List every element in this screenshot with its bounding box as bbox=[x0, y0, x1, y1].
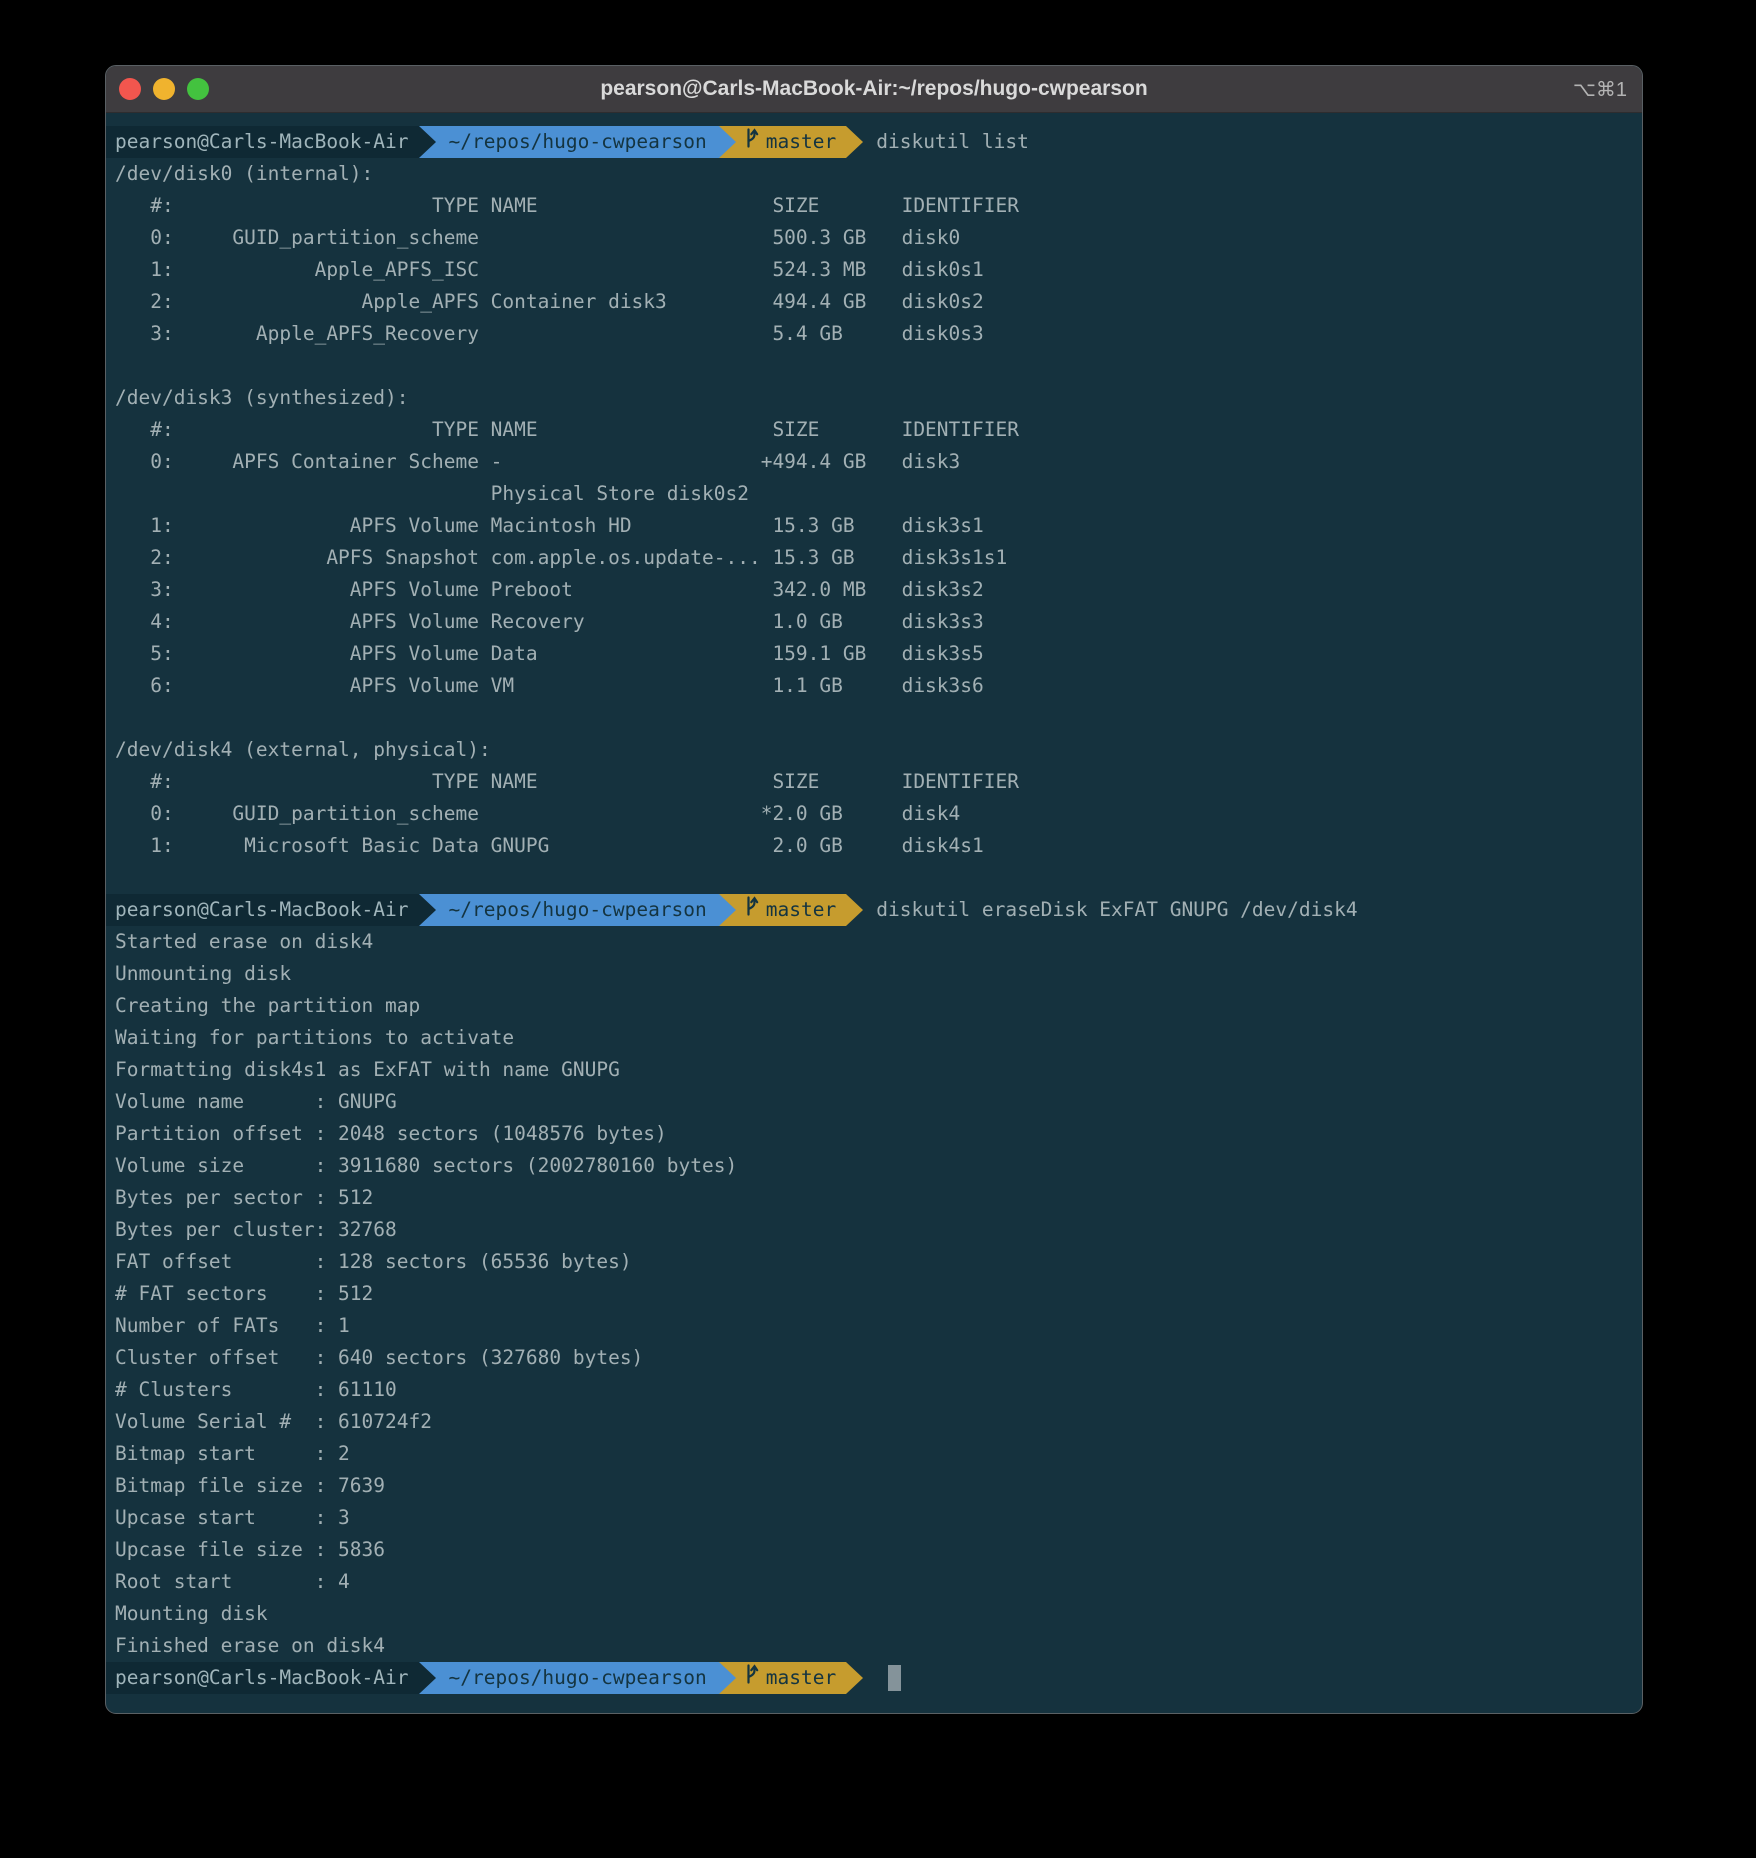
terminal-line: Waiting for partitions to activate bbox=[106, 1022, 1642, 1054]
terminal-line: 3: APFS Volume Preboot 342.0 MB disk3s2 bbox=[106, 574, 1642, 606]
powerline-separator-icon bbox=[719, 126, 736, 158]
terminal-line: Unmounting disk bbox=[106, 958, 1642, 990]
terminal-line: 2: APFS Snapshot com.apple.os.update-...… bbox=[106, 542, 1642, 574]
terminal-line: Mounting disk bbox=[106, 1598, 1642, 1630]
terminal-line: 3: Apple_APFS_Recovery 5.4 GB disk0s3 bbox=[106, 318, 1642, 350]
prompt-branch-segment: master bbox=[736, 126, 846, 158]
window-shortcut-badge: ⌥⌘1 bbox=[1573, 66, 1627, 112]
powerline-separator-icon bbox=[719, 894, 736, 926]
terminal-line: Volume Serial # : 610724f2 bbox=[106, 1406, 1642, 1438]
terminal-window: pearson@Carls-MacBook-Air:~/repos/hugo-c… bbox=[105, 65, 1643, 1714]
prompt-directory: ~/repos/hugo-cwpearson bbox=[436, 126, 719, 158]
terminal-line: 5: APFS Volume Data 159.1 GB disk3s5 bbox=[106, 638, 1642, 670]
terminal-line: 1: APFS Volume Macintosh HD 15.3 GB disk… bbox=[106, 510, 1642, 542]
prompt-line: pearson@Carls-MacBook-Air ~/repos/hugo-c… bbox=[106, 1662, 1642, 1694]
terminal-line: Upcase start : 3 bbox=[106, 1502, 1642, 1534]
powerline-separator-icon bbox=[419, 894, 436, 926]
terminal-line: #: TYPE NAME SIZE IDENTIFIER bbox=[106, 766, 1642, 798]
git-branch-icon bbox=[744, 894, 759, 926]
terminal-line: Creating the partition map bbox=[106, 990, 1642, 1022]
fullscreen-button[interactable] bbox=[187, 78, 209, 100]
terminal-line: # FAT sectors : 512 bbox=[106, 1278, 1642, 1310]
terminal-line: Upcase file size : 5836 bbox=[106, 1534, 1642, 1566]
terminal-line bbox=[106, 862, 1642, 894]
terminal-line: Bytes per sector : 512 bbox=[106, 1182, 1642, 1214]
terminal-line: Bitmap file size : 7639 bbox=[106, 1470, 1642, 1502]
terminal-line: Volume size : 3911680 sectors (200278016… bbox=[106, 1150, 1642, 1182]
terminal-line: /dev/disk4 (external, physical): bbox=[106, 734, 1642, 766]
prompt-command[interactable]: diskutil list bbox=[863, 126, 1029, 158]
prompt-git-branch: master bbox=[766, 1662, 836, 1694]
powerline-separator-icon bbox=[846, 1662, 863, 1694]
terminal-line: Volume name : GNUPG bbox=[106, 1086, 1642, 1118]
terminal-line: Finished erase on disk4 bbox=[106, 1630, 1642, 1662]
powerline-separator-icon bbox=[846, 126, 863, 158]
traffic-lights bbox=[119, 66, 209, 112]
terminal-line: 0: GUID_partition_scheme 500.3 GB disk0 bbox=[106, 222, 1642, 254]
terminal-line: /dev/disk3 (synthesized): bbox=[106, 382, 1642, 414]
prompt-git-branch: master bbox=[766, 894, 836, 926]
terminal-line: Physical Store disk0s2 bbox=[106, 478, 1642, 510]
prompt-user-host: pearson@Carls-MacBook-Air bbox=[106, 894, 419, 926]
terminal-line: Number of FATs : 1 bbox=[106, 1310, 1642, 1342]
prompt-branch-segment: master bbox=[736, 1662, 846, 1694]
window-title: pearson@Carls-MacBook-Air:~/repos/hugo-c… bbox=[106, 77, 1642, 101]
terminal-line bbox=[106, 702, 1642, 734]
git-branch-icon bbox=[744, 126, 759, 158]
prompt-branch-segment: master bbox=[736, 894, 846, 926]
terminal-line: Cluster offset : 640 sectors (327680 byt… bbox=[106, 1342, 1642, 1374]
terminal-line: 6: APFS Volume VM 1.1 GB disk3s6 bbox=[106, 670, 1642, 702]
terminal-cursor bbox=[888, 1665, 901, 1691]
terminal-line bbox=[106, 350, 1642, 382]
terminal-line: 2: Apple_APFS Container disk3 494.4 GB d… bbox=[106, 286, 1642, 318]
terminal-line: Started erase on disk4 bbox=[106, 926, 1642, 958]
powerline-separator-icon bbox=[719, 1662, 736, 1694]
prompt-directory: ~/repos/hugo-cwpearson bbox=[436, 1662, 719, 1694]
terminal-line: 4: APFS Volume Recovery 1.0 GB disk3s3 bbox=[106, 606, 1642, 638]
terminal-line: FAT offset : 128 sectors (65536 bytes) bbox=[106, 1246, 1642, 1278]
powerline-separator-icon bbox=[419, 126, 436, 158]
title-bar[interactable]: pearson@Carls-MacBook-Air:~/repos/hugo-c… bbox=[106, 66, 1642, 113]
terminal-line: #: TYPE NAME SIZE IDENTIFIER bbox=[106, 414, 1642, 446]
terminal-line: Bitmap start : 2 bbox=[106, 1438, 1642, 1470]
terminal-line: Formatting disk4s1 as ExFAT with name GN… bbox=[106, 1054, 1642, 1086]
close-button[interactable] bbox=[119, 78, 141, 100]
terminal-body[interactable]: pearson@Carls-MacBook-Air ~/repos/hugo-c… bbox=[106, 113, 1642, 1694]
git-branch-icon bbox=[744, 1662, 759, 1694]
terminal-line: Root start : 4 bbox=[106, 1566, 1642, 1598]
prompt-user-host: pearson@Carls-MacBook-Air bbox=[106, 1662, 419, 1694]
prompt-directory: ~/repos/hugo-cwpearson bbox=[436, 894, 719, 926]
prompt-git-branch: master bbox=[766, 126, 836, 158]
terminal-line: Partition offset : 2048 sectors (1048576… bbox=[106, 1118, 1642, 1150]
terminal-line: 1: Apple_APFS_ISC 524.3 MB disk0s1 bbox=[106, 254, 1642, 286]
terminal-line: 0: APFS Container Scheme - +494.4 GB dis… bbox=[106, 446, 1642, 478]
terminal-line: Bytes per cluster: 32768 bbox=[106, 1214, 1642, 1246]
terminal-line: 0: GUID_partition_scheme *2.0 GB disk4 bbox=[106, 798, 1642, 830]
terminal-line: #: TYPE NAME SIZE IDENTIFIER bbox=[106, 190, 1642, 222]
minimize-button[interactable] bbox=[153, 78, 175, 100]
powerline-separator-icon bbox=[846, 894, 863, 926]
prompt-user-host: pearson@Carls-MacBook-Air bbox=[106, 126, 419, 158]
terminal-line: /dev/disk0 (internal): bbox=[106, 158, 1642, 190]
prompt-command[interactable]: diskutil eraseDisk ExFAT GNUPG /dev/disk… bbox=[863, 894, 1357, 926]
prompt-line: pearson@Carls-MacBook-Air ~/repos/hugo-c… bbox=[106, 894, 1642, 926]
powerline-separator-icon bbox=[419, 1662, 436, 1694]
terminal-line: # Clusters : 61110 bbox=[106, 1374, 1642, 1406]
prompt-line: pearson@Carls-MacBook-Air ~/repos/hugo-c… bbox=[106, 126, 1642, 158]
terminal-line: 1: Microsoft Basic Data GNUPG 2.0 GB dis… bbox=[106, 830, 1642, 862]
